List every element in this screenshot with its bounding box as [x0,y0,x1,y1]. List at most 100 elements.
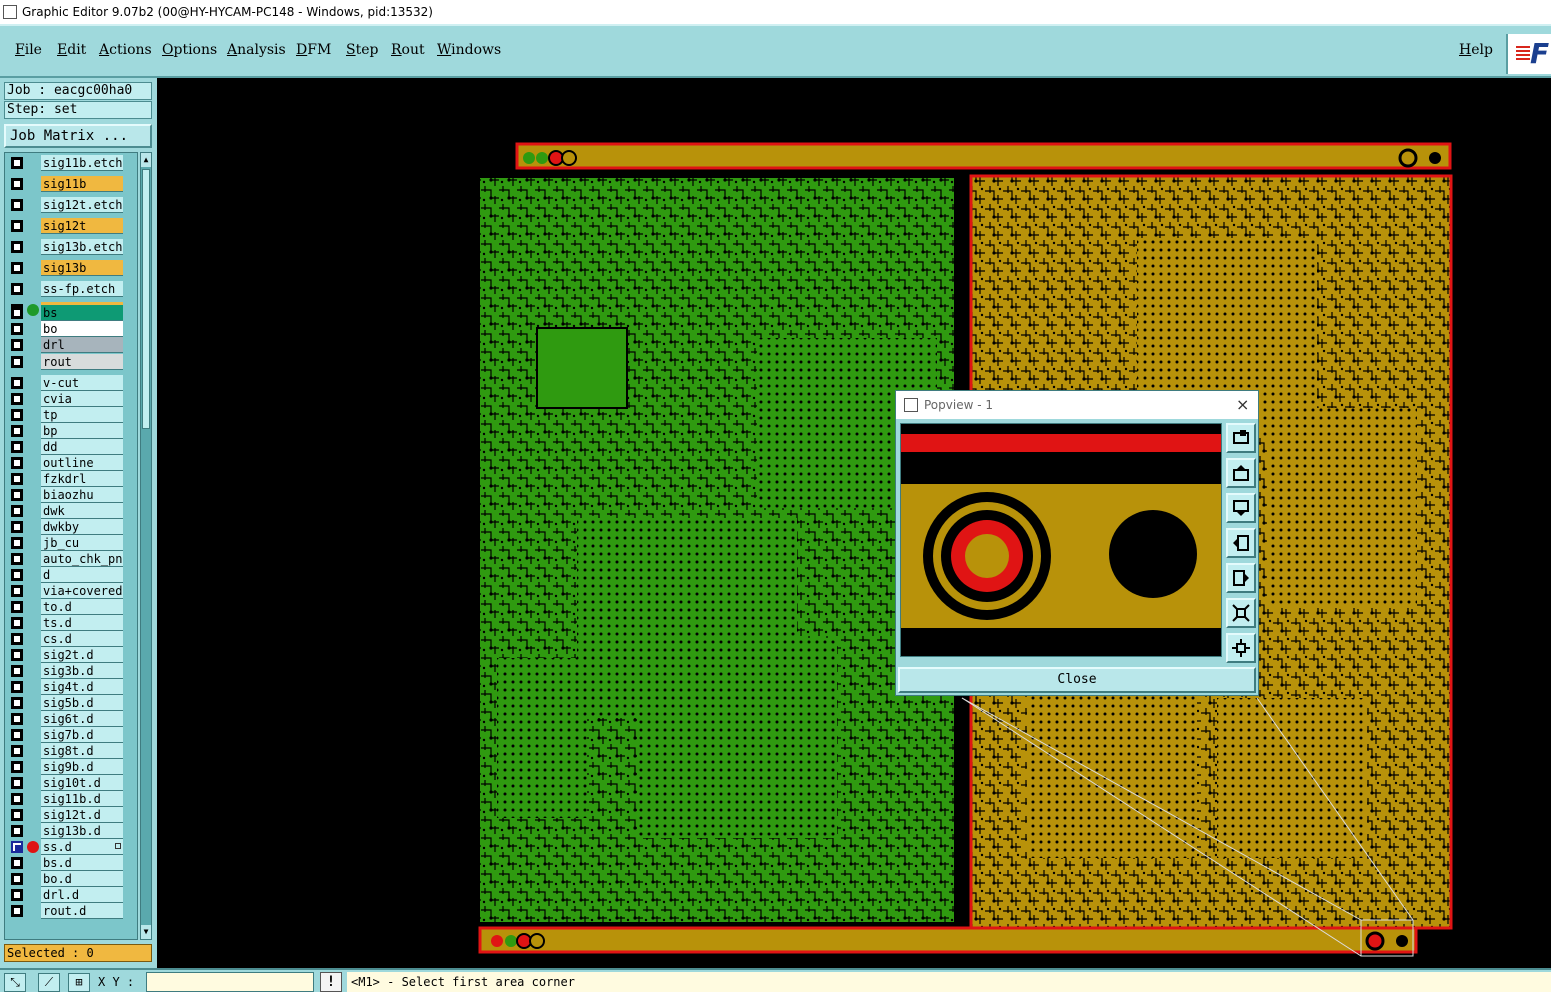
layer-name[interactable]: v-cut [41,375,123,391]
grid-tool-icon[interactable]: ⊞ [68,973,90,992]
layer-row[interactable]: sig8t.d [5,743,137,759]
scroll-up-icon[interactable]: ▲ [141,153,151,167]
layer-row[interactable]: sig11b.d [5,791,137,807]
layer-name[interactable]: drl.d [41,887,123,903]
layer-row[interactable]: ss.d [5,839,137,855]
layer-name[interactable]: rout [41,354,123,370]
layer-checkbox[interactable] [11,489,23,501]
layer-name[interactable]: bo.d [41,871,123,887]
layer-row[interactable]: sig5b.d [5,695,137,711]
layer-checkbox[interactable] [11,307,23,319]
layer-row[interactable]: sig3b.d [5,663,137,679]
layer-name[interactable]: cs.d [41,631,123,647]
layer-name[interactable]: ts.d [41,615,123,631]
layer-name[interactable]: sig12t.d [41,807,123,823]
layer-checkbox[interactable] [11,220,23,232]
menu-help[interactable]: Help [1459,42,1493,58]
layer-checkbox[interactable] [11,585,23,597]
layer-row[interactable]: dwk [5,503,137,519]
layer-checkbox[interactable] [11,505,23,517]
popview-viewport[interactable] [900,423,1222,657]
layer-name[interactable]: to.d [41,599,123,615]
layer-name[interactable]: outline [41,455,123,471]
layer-row[interactable]: rout [5,354,137,370]
layer-row[interactable]: bs.d [5,855,137,871]
layer-checkbox[interactable] [11,473,23,485]
layer-name[interactable]: sig13b [41,260,123,276]
layer-name[interactable]: sig13b.d [41,823,123,839]
popview-zoom-out-icon[interactable] [1226,633,1256,663]
layer-name[interactable]: sig6t.d [41,711,123,727]
popview-close-icon[interactable]: × [1236,391,1249,419]
layer-row[interactable]: sig9b.d [5,759,137,775]
layer-name[interactable]: drl [41,337,123,353]
layer-name[interactable]: sig12t [41,218,123,234]
layer-row[interactable]: sig2t.d [5,647,137,663]
layer-name[interactable]: dwk [41,503,123,519]
layer-name[interactable]: sig4t.d [41,679,123,695]
popview-pan-down-icon[interactable] [1226,493,1256,523]
menu-dfm[interactable]: DFM [296,42,331,58]
layer-name[interactable]: dwkby [41,519,123,535]
layer-checkbox[interactable] [11,569,23,581]
layer-name[interactable]: sig2t.d [41,647,123,663]
layer-row[interactable]: ts.d [5,615,137,631]
layer-row[interactable]: ss-fp.etch [5,281,137,297]
layer-row[interactable]: sig12t [5,218,137,234]
layer-name[interactable]: sig5b.d [41,695,123,711]
layer-checkbox[interactable] [11,323,23,335]
layer-row[interactable]: via+covered [5,583,137,599]
scroll-down-icon[interactable]: ▼ [141,925,151,939]
layer-checkbox[interactable] [11,857,23,869]
layer-name[interactable]: tp [41,407,123,423]
layer-checkbox[interactable] [11,905,23,917]
layer-row[interactable]: sig7b.d [5,727,137,743]
layer-checkbox[interactable] [11,633,23,645]
layer-checkbox[interactable] [11,793,23,805]
popview-fit-icon[interactable] [1226,423,1256,453]
warning-icon[interactable]: ! [320,972,342,992]
popview-pan-right-icon[interactable] [1226,563,1256,593]
layer-row[interactable]: bo [5,321,137,337]
popview-pan-left-icon[interactable] [1226,528,1256,558]
layer-name[interactable]: rout.d [41,903,123,919]
xy-input[interactable] [146,972,314,992]
layer-row[interactable]: drl [5,337,137,353]
layer-row[interactable]: bs [5,305,137,321]
layer-list-scrollbar[interactable]: ▲ ▼ [140,152,152,940]
layer-checkbox[interactable] [11,157,23,169]
layer-name[interactable]: via+covered [41,583,123,599]
layer-checkbox[interactable] [11,441,23,453]
layer-row[interactable]: sig13b [5,260,137,276]
popview-close-button[interactable]: Close [898,667,1256,693]
layer-name[interactable]: sig9b.d [41,759,123,775]
menu-file[interactable]: File [15,42,42,58]
select-tool-icon[interactable]: ⤡ [4,973,26,992]
layer-options-icon[interactable] [115,843,121,849]
layer-name[interactable]: d [41,567,123,583]
layer-checkbox[interactable] [11,649,23,661]
layer-checkbox[interactable] [11,601,23,613]
layer-name[interactable]: ss-fp.etch [41,281,123,297]
layer-row[interactable]: cs.d [5,631,137,647]
measure-tool-icon[interactable]: ⟋ [38,973,60,992]
job-matrix-button[interactable]: Job Matrix ... [4,124,152,148]
layer-checkbox[interactable] [11,841,23,853]
layer-row[interactable]: sig12t.d [5,807,137,823]
layer-name[interactable]: auto_chk_pnl [41,551,123,567]
layer-row[interactable]: sig6t.d [5,711,137,727]
layer-checkbox[interactable] [11,729,23,741]
layer-name[interactable]: bp [41,423,123,439]
layer-checkbox[interactable] [11,553,23,565]
layer-row[interactable]: biaozhu [5,487,137,503]
layer-checkbox[interactable] [11,713,23,725]
layer-row[interactable]: v-cut [5,375,137,391]
layer-name[interactable]: bs.d [41,855,123,871]
layer-name[interactable]: biaozhu [41,487,123,503]
menu-options[interactable]: Options [162,42,217,58]
layer-name[interactable]: sig7b.d [41,727,123,743]
layer-checkbox[interactable] [11,889,23,901]
layer-row[interactable]: rout.d [5,903,137,919]
layer-checkbox[interactable] [11,665,23,677]
layer-checkbox[interactable] [11,777,23,789]
